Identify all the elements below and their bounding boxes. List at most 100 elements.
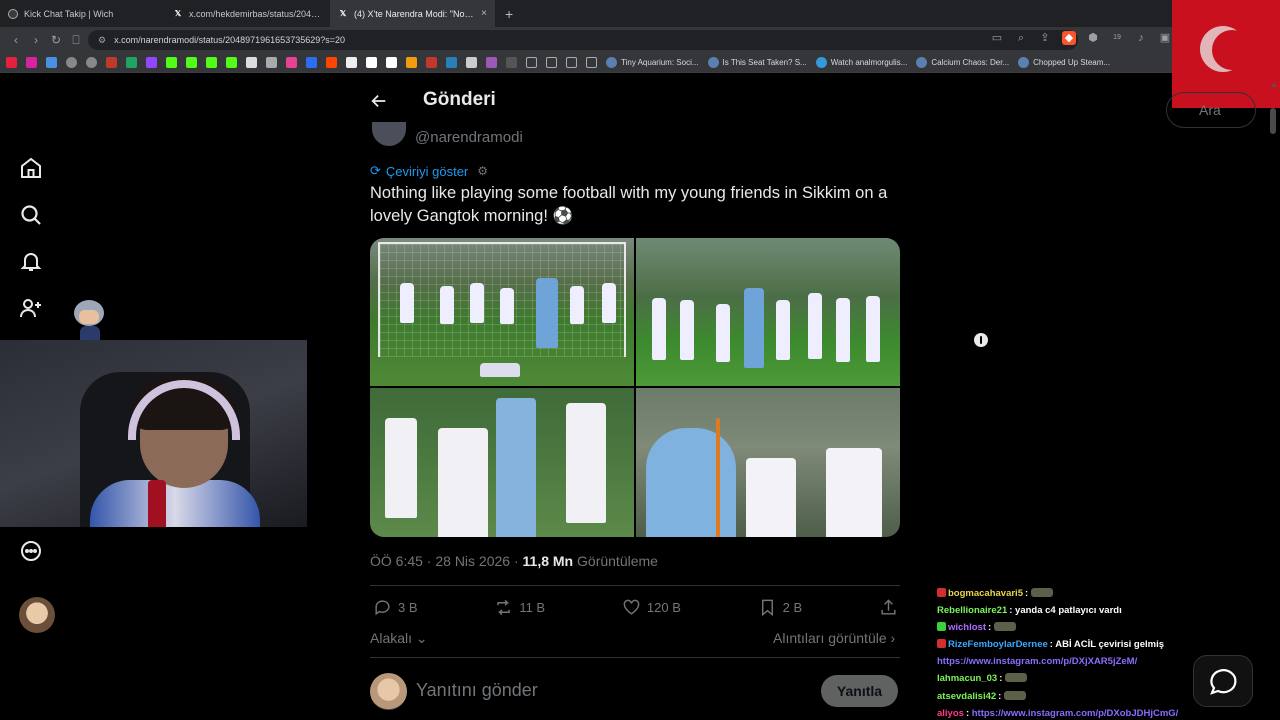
address-bar[interactable]: ⚙ x.com/narendramodi/status/204897196165… [88, 30, 1078, 50]
app-bookmark-icon[interactable] [466, 57, 477, 68]
sidebar-icon[interactable]: ▣ [1158, 31, 1172, 45]
chat-username[interactable]: wichlost [948, 622, 986, 633]
reload-icon[interactable]: ↻ [46, 33, 66, 47]
like-button[interactable]: 120 B [622, 598, 681, 617]
tweet-photo[interactable] [636, 238, 900, 386]
reply-input[interactable]: Yanıtını gönder [416, 680, 538, 701]
bookmark-label: Is This Seat Taken? S... [722, 58, 807, 67]
anchor-bookmark-icon[interactable] [246, 57, 257, 68]
player [716, 304, 730, 362]
folder-icon[interactable] [586, 57, 597, 68]
p-bookmark-icon[interactable] [366, 57, 377, 68]
scroll-up-icon[interactable]: ▲ [1270, 80, 1278, 89]
chat-link[interactable]: https://www.instagram.com/p/DXjXAR5jZeM/ [937, 656, 1137, 667]
bookmark-seat-taken[interactable]: Is This Seat Taken? S... [707, 57, 807, 68]
globe-bookmark-icon[interactable] [86, 57, 97, 68]
tweet-photo[interactable] [636, 388, 900, 537]
audio-icon[interactable]: ♪ [1134, 31, 1148, 45]
browser-tab-narendra-modi[interactable]: 𝕏 (4) X'te Narendra Modi: "Nothing × [330, 0, 495, 27]
show-translation[interactable]: ⟳ Çeviriyi göster ⚙ [370, 163, 488, 179]
search-icon[interactable] [18, 202, 44, 228]
scrollbar-thumb[interactable] [1270, 108, 1276, 134]
drive-bookmark-icon[interactable] [126, 57, 137, 68]
more-options-button[interactable] [974, 333, 988, 347]
forward-icon[interactable]: › [26, 33, 46, 47]
app-bookmark-icon[interactable] [506, 57, 517, 68]
home-icon[interactable] [18, 155, 44, 181]
kick-bookmark-icon[interactable] [186, 57, 197, 68]
author-handle[interactable]: @narendramodi [415, 129, 523, 146]
instagram-bookmark-icon[interactable] [26, 57, 37, 68]
tab-bar: Kick Chat Takip | Wich 𝕏 x.com/hekdemirb… [0, 0, 1280, 27]
bookmark-chopped-up[interactable]: Chopped Up Steam... [1018, 57, 1110, 68]
player [438, 428, 488, 537]
back-icon[interactable]: ‹ [6, 33, 26, 47]
extension-icon[interactable]: ⬢ [1086, 31, 1100, 45]
gear-icon[interactable]: ⚙ [477, 164, 488, 178]
extension-badge[interactable]: 19 [1110, 31, 1124, 45]
zoom-icon[interactable]: ⌕ [1014, 31, 1028, 45]
bookmark-calcium-chaos[interactable]: Calcium Chaos: Der... [916, 57, 1009, 68]
browser-tab-x-status[interactable]: 𝕏 x.com/hekdemirbas/status/20490423 [165, 0, 330, 27]
kick-bookmark-icon[interactable] [226, 57, 237, 68]
bookmark-tiny-aquarium[interactable]: Tiny Aquarium: Soci... [606, 57, 699, 68]
youtube-bookmark-icon[interactable] [6, 57, 17, 68]
repost-button[interactable]: 11 B [494, 598, 545, 617]
author-avatar[interactable] [372, 122, 406, 146]
bookmark-page-icon[interactable]: ⎕ [66, 33, 86, 48]
related-dropdown[interactable]: Alakalı ⌄ [370, 630, 428, 647]
app-bookmark-icon[interactable] [266, 57, 277, 68]
folder-icon[interactable] [526, 57, 537, 68]
search-input[interactable]: Ara [1166, 92, 1256, 128]
globe-bookmark-icon[interactable] [66, 57, 77, 68]
view-quotes-link[interactable]: Alıntıları görüntüle › [773, 630, 895, 646]
app-bookmark-icon[interactable] [46, 57, 57, 68]
chat-link[interactable]: https://www.instagram.com/p/DXobJDHjCmG/ [972, 708, 1179, 719]
app-bookmark-icon[interactable] [446, 57, 457, 68]
chat-username[interactable]: bogmacahavari5 [948, 588, 1023, 599]
tab-close-icon[interactable]: × [481, 8, 487, 19]
folder-icon[interactable] [566, 57, 577, 68]
back-arrow-icon[interactable] [370, 92, 388, 110]
amazon-bookmark-icon[interactable] [386, 57, 397, 68]
notifications-bell-icon[interactable] [18, 248, 44, 274]
more-options-icon[interactable] [18, 538, 44, 564]
kick-bookmark-icon[interactable] [206, 57, 217, 68]
site-settings-icon[interactable]: ⚙ [98, 35, 106, 46]
tweet-photo[interactable] [370, 388, 634, 537]
tweet-timestamp[interactable]: ÖÖ 6:45 · 28 Nis 2026 · [370, 553, 523, 569]
new-tab-button[interactable]: + [495, 6, 523, 22]
chat-username[interactable]: lahmacun_03 [937, 673, 997, 684]
gmail-bookmark-icon[interactable] [106, 57, 117, 68]
reply-button[interactable]: 3 B [373, 598, 418, 617]
bookmark-label: Tiny Aquarium: Soci... [621, 58, 699, 67]
browser-tab-kick[interactable]: Kick Chat Takip | Wich [0, 0, 165, 27]
player [536, 278, 558, 348]
bookmark-watch[interactable]: Watch analmorgulis... [815, 57, 907, 68]
kick-bookmark-icon[interactable] [166, 57, 177, 68]
chat-username[interactable]: atsevdalisi42 [937, 691, 996, 702]
app-bookmark-icon[interactable] [486, 57, 497, 68]
app-bookmark-icon[interactable] [306, 57, 317, 68]
account-avatar[interactable] [19, 597, 55, 633]
app-bookmark-icon[interactable] [426, 57, 437, 68]
chat-username[interactable]: aliyos [937, 708, 964, 719]
chat-username[interactable]: Rebellionaire21 [937, 605, 1007, 616]
bookmark-button[interactable]: 2 B [758, 598, 802, 617]
app-bookmark-icon[interactable] [286, 57, 297, 68]
share-icon[interactable]: ⇪ [1038, 31, 1052, 45]
twitch-bookmark-icon[interactable] [146, 57, 157, 68]
chat-bubble-button[interactable] [1193, 655, 1253, 707]
reply-submit-button[interactable]: Yanıtla [821, 675, 898, 707]
tweet-photo[interactable] [370, 238, 634, 386]
cast-icon[interactable]: ▭ [990, 31, 1004, 45]
chat-username[interactable]: RizeFemboylarDernee [948, 639, 1048, 650]
share-button[interactable] [879, 598, 898, 617]
app-bookmark-icon[interactable] [406, 57, 417, 68]
tab-title: Kick Chat Takip | Wich [24, 8, 114, 19]
x-bookmark-icon[interactable] [346, 57, 357, 68]
reddit-bookmark-icon[interactable] [326, 57, 337, 68]
brave-shield-icon[interactable]: ◆ [1062, 31, 1076, 45]
folder-icon[interactable] [546, 57, 557, 68]
follow-person-icon[interactable] [18, 295, 44, 321]
